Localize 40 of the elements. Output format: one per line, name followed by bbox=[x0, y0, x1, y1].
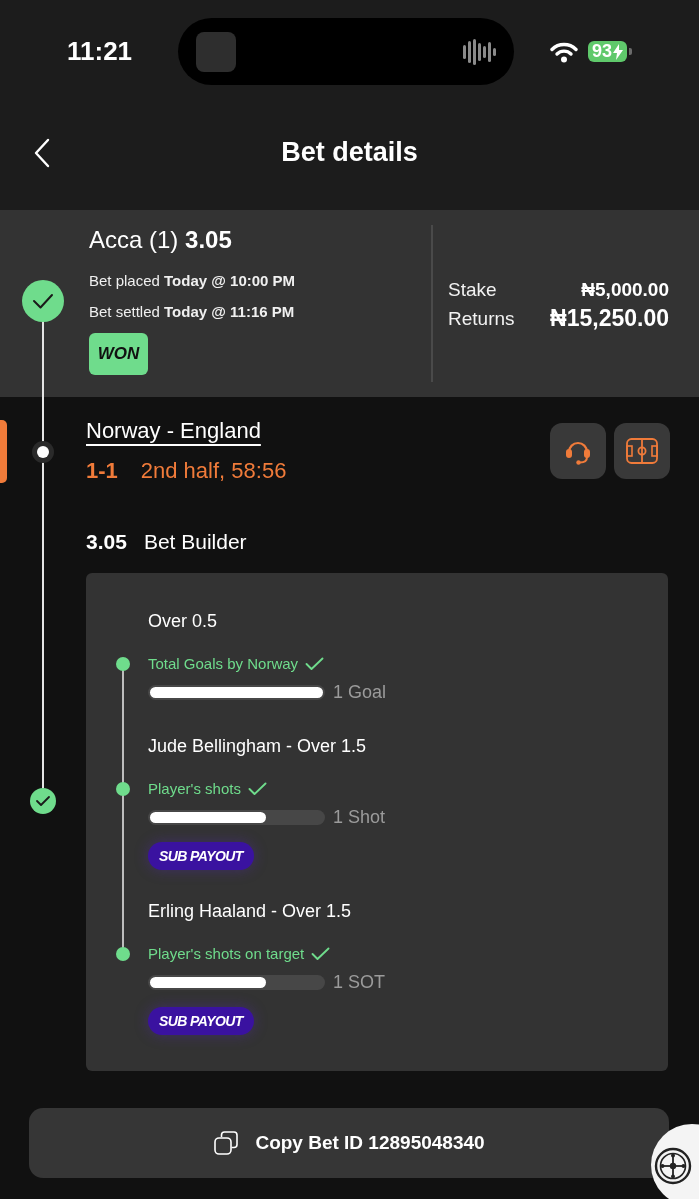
wifi-icon bbox=[550, 40, 578, 63]
pitch-button[interactable] bbox=[614, 423, 670, 479]
market-name: Player's shots bbox=[148, 779, 241, 799]
status-badge: WON bbox=[89, 333, 148, 375]
market-name: Player's shots on target bbox=[148, 944, 305, 964]
selection-title: Over 0.5 bbox=[148, 610, 219, 633]
back-button[interactable] bbox=[34, 137, 50, 168]
amount-value: ₦15,250.00 bbox=[550, 304, 669, 332]
timeline-node-icon bbox=[32, 441, 54, 463]
progress-reading: 1 Goal bbox=[333, 681, 387, 703]
match-link[interactable]: Norway - England bbox=[86, 416, 261, 446]
bet-title: Acca (1) 3.05 bbox=[89, 225, 233, 255]
selection-title: Jude Bellingham - Over 1.5 bbox=[148, 735, 368, 758]
match-score: 1-1 bbox=[86, 457, 118, 485]
battery-percentage: 93 bbox=[592, 41, 613, 62]
sub-payout-badge: SUB PAYOUT bbox=[148, 1007, 254, 1035]
amount-label: Returns bbox=[448, 306, 515, 331]
builder-odds: 3.05 bbox=[86, 529, 127, 555]
bolt-icon bbox=[613, 43, 624, 60]
copy-bet-id-button[interactable]: Copy Bet ID 12895048340 bbox=[29, 1108, 669, 1178]
bet-settled-text: Bet settled Today @ 11:16 PM bbox=[89, 302, 296, 322]
football-pitch-icon bbox=[626, 438, 658, 464]
progress-reading: 1 SOT bbox=[333, 971, 385, 993]
waveform-icon bbox=[463, 38, 497, 65]
sub-payout-badge: SUB PAYOUT bbox=[148, 842, 254, 870]
chevron-left-icon bbox=[34, 137, 50, 168]
page-title: Bet details bbox=[281, 137, 418, 168]
headset-button[interactable] bbox=[550, 423, 606, 479]
progress-reading: 1 Shot bbox=[333, 806, 386, 828]
selection-title: Erling Haaland - Over 1.5 bbox=[148, 900, 353, 923]
market-name: Total Goals by Norway bbox=[148, 654, 299, 674]
bet-placed-text: Bet placed Today @ 10:00 PM bbox=[89, 271, 297, 291]
roulette-wheel-icon bbox=[654, 1147, 692, 1185]
amount-value: ₦5,000.00 bbox=[581, 277, 669, 302]
status-time: 11:21 bbox=[67, 36, 133, 66]
builder-label: Bet Builder bbox=[143, 529, 247, 555]
amount-label: Stake bbox=[448, 277, 498, 302]
photo-placeholder bbox=[196, 31, 236, 72]
match-clock: 2nd half, 58:56 bbox=[140, 457, 287, 485]
copy-icon bbox=[213, 1130, 240, 1156]
